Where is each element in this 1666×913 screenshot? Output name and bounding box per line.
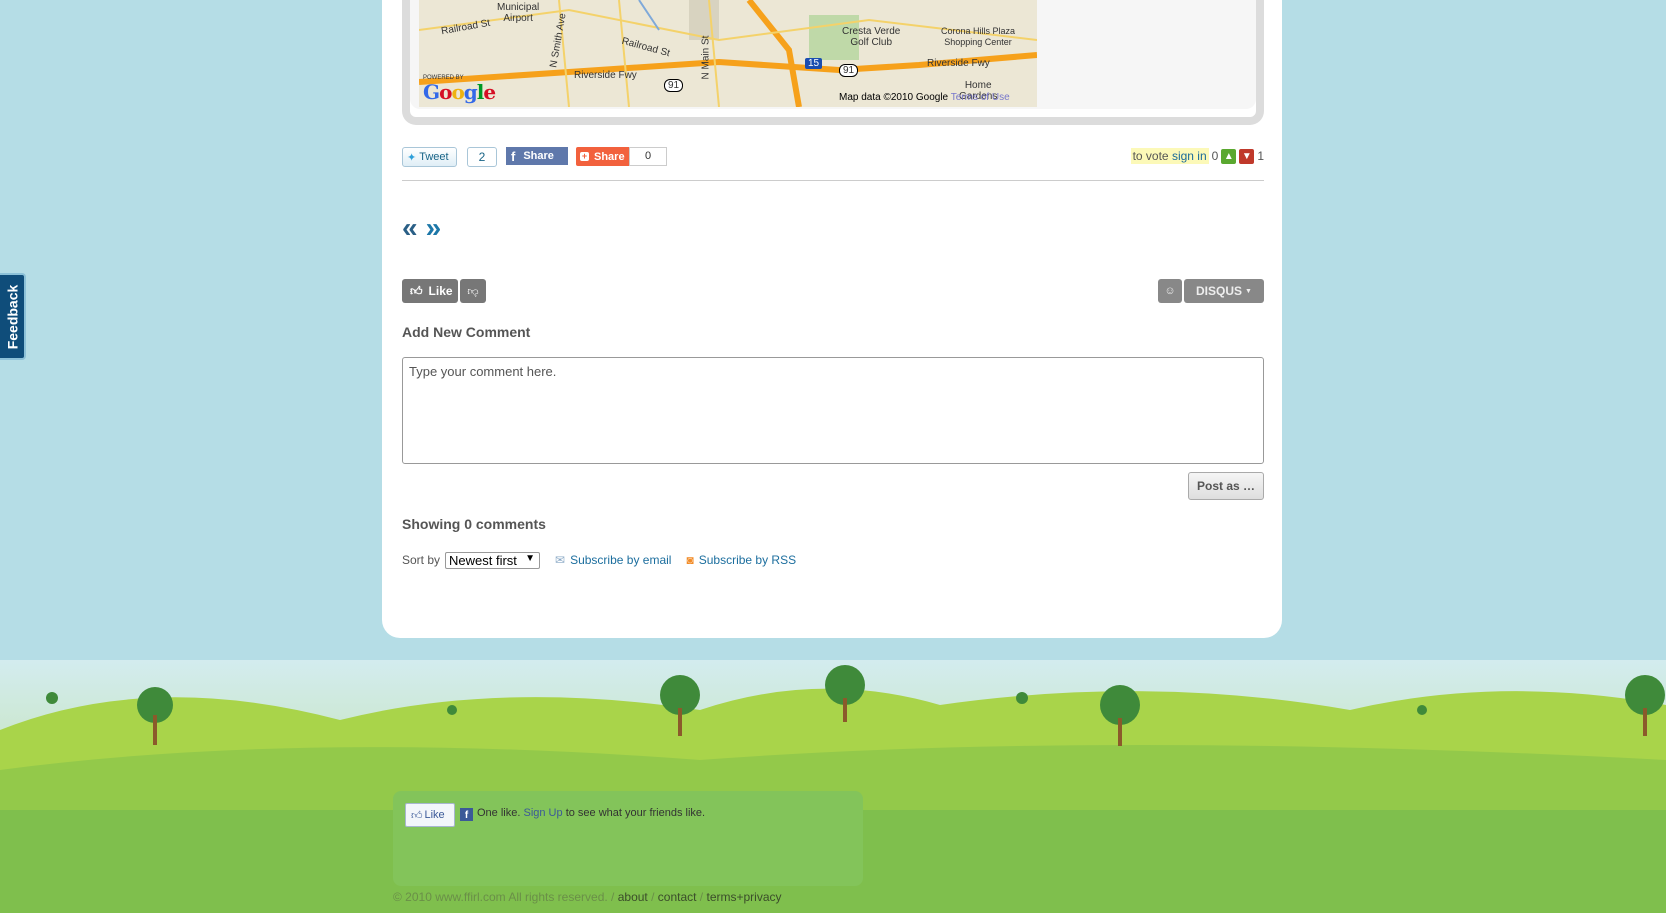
share-bar: ✦ Tweet 2 f Share + Share 0 to vote sign…	[402, 146, 1264, 168]
sort-value: Newest first	[449, 552, 517, 568]
facebook-share-button[interactable]: f Share	[506, 147, 568, 165]
add-comment-heading: Add New Comment	[402, 324, 531, 340]
like-text-suffix: to see what your friends like.	[565, 807, 706, 819]
map-label-n-main-st: N Main St	[700, 35, 712, 80]
thumbs-up-icon: 👍︎	[411, 809, 423, 822]
about-link[interactable]: about	[618, 890, 648, 904]
map-label-airport: Municipal Airport	[497, 2, 540, 24]
disqus-brand-label: DISQUS	[1196, 284, 1243, 298]
feedback-label: Feedback	[4, 284, 20, 349]
subscribe-rss-link[interactable]: Subscribe by RSS	[699, 553, 796, 567]
map-label-cresta-verde: Cresta Verde Golf Club	[842, 26, 901, 48]
map-frame: Municipal Airport Railroad St N Smith Ave…	[402, 0, 1264, 125]
facebook-icon: f	[460, 808, 473, 821]
dropdown-arrow-icon: ▼	[525, 552, 536, 564]
map-container: Municipal Airport Railroad St N Smith Ave…	[410, 0, 1256, 109]
addthis-share-label: Share	[594, 150, 625, 163]
copyright-text: © 2010 www.ffirl.com All rights reserved…	[393, 890, 615, 904]
contact-link[interactable]: contact	[658, 890, 697, 904]
highway-shield-91: 91	[664, 79, 684, 92]
previous-post-link[interactable]: «	[402, 212, 426, 243]
facebook-icon: f	[511, 148, 516, 164]
thumbs-up-icon: 👍︎	[410, 283, 423, 298]
next-post-link[interactable]: »	[426, 212, 450, 243]
sort-select[interactable]: Newest first ▼	[445, 551, 541, 569]
facebook-like-text: One like. Sign Up to see what your frien…	[477, 807, 705, 819]
facebook-like-panel: 👍︎ Like f One like. Sign Up to see what …	[393, 791, 863, 886]
divider	[402, 180, 1264, 181]
vote-prefix: to vote	[1132, 149, 1169, 163]
tweet-count[interactable]: 2	[467, 147, 497, 167]
map-attribution: Map data ©2010 Google Terms of Use	[839, 92, 1010, 103]
tweet-button[interactable]: ✦ Tweet	[402, 147, 457, 167]
map-label-riverside-fwy-2: Riverside Fwy	[927, 58, 990, 69]
google-map[interactable]: Municipal Airport Railroad St N Smith Ave…	[419, 0, 1037, 107]
facebook-signup-link[interactable]: Sign Up	[523, 807, 562, 819]
twitter-bird-icon: ✦	[407, 151, 417, 164]
thumbs-down-icon[interactable]: ▼	[1239, 148, 1255, 164]
addthis-count: 0	[629, 147, 667, 166]
disqus-menu-button[interactable]: DISQUS ▼	[1184, 279, 1264, 303]
people-icon: ☺	[1164, 285, 1176, 297]
thumbs-up-icon[interactable]: ▲	[1221, 148, 1237, 164]
google-logo[interactable]: Google	[423, 80, 496, 104]
facebook-like-label: Like	[424, 809, 445, 821]
highway-shield-91-east: 91	[839, 64, 859, 77]
disqus-dislike-button[interactable]: 👎︎	[460, 279, 486, 303]
post-as-button[interactable]: Post as …	[1188, 472, 1264, 500]
post-pager: «»	[402, 212, 449, 244]
sort-label: Sort by	[402, 553, 441, 567]
sign-in-link[interactable]: sign in	[1172, 149, 1207, 163]
disqus-like-button[interactable]: 👍︎ Like	[402, 279, 458, 303]
disqus-community-button[interactable]: ☺	[1158, 279, 1182, 303]
content-card: Municipal Airport Railroad St N Smith Ave…	[382, 0, 1282, 638]
facebook-like-button[interactable]: 👍︎ Like	[405, 803, 455, 827]
facebook-share-label: Share	[523, 150, 554, 162]
sort-row: Sort by Newest first ▼ ✉ Subscribe by em…	[402, 550, 796, 570]
map-terms-link[interactable]: Terms of Use	[951, 92, 1010, 103]
map-data-text: Map data ©2010 Google	[839, 92, 949, 103]
envelope-icon: ✉	[555, 553, 566, 567]
vote-signin-message: to vote sign in	[1130, 148, 1209, 164]
plus-icon: +	[580, 151, 589, 161]
vote-up-count: 0	[1211, 149, 1219, 163]
comment-count-heading: Showing 0 comments	[402, 516, 546, 532]
chevron-down-icon: ▼	[1245, 287, 1252, 295]
vote-box: to vote sign in 0 ▲ ▼ 1	[1130, 146, 1264, 166]
disqus-like-label: Like	[428, 284, 453, 298]
like-text-prefix: One like.	[477, 807, 521, 819]
map-label-riverside-fwy: Riverside Fwy	[574, 70, 637, 81]
footer: © 2010 www.ffirl.com All rights reserved…	[393, 890, 782, 904]
tweet-label: Tweet	[419, 151, 449, 163]
terms-privacy-link[interactable]: terms+privacy	[706, 890, 781, 904]
subscribe-email-link[interactable]: Subscribe by email	[570, 553, 671, 567]
thumbs-down-icon: 👎︎	[467, 285, 479, 298]
map-label-corona-hills: Corona Hills Plaza Shopping Center	[941, 26, 1016, 47]
vote-down-count: 1	[1257, 149, 1264, 163]
interstate-shield-15: 15	[805, 58, 823, 69]
addthis-share-button[interactable]: + Share	[576, 147, 629, 166]
rss-icon: ◙	[686, 553, 694, 567]
feedback-tab[interactable]: Feedback	[0, 273, 26, 360]
comment-input[interactable]	[402, 357, 1264, 464]
